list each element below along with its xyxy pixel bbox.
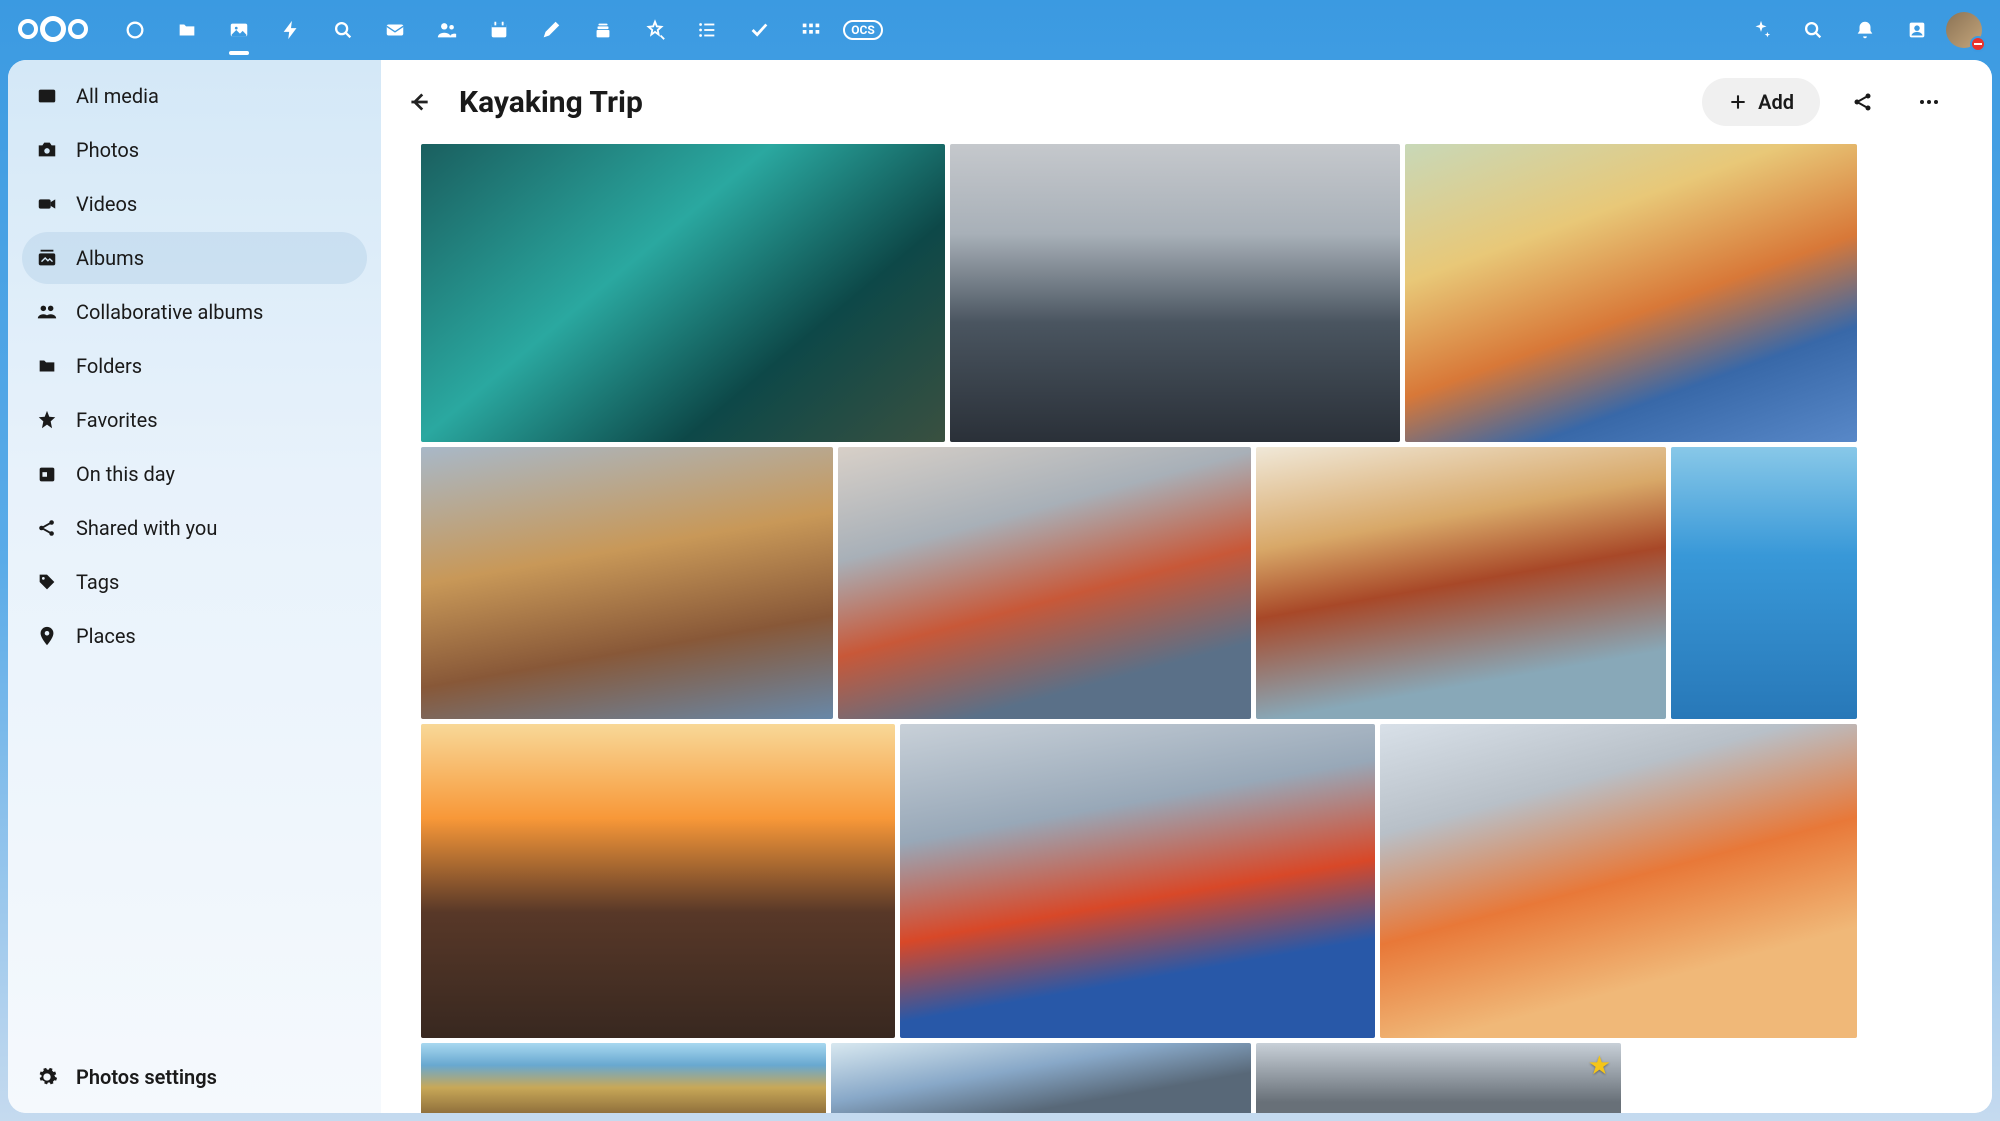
nav-label: Photos — [76, 138, 139, 162]
photo-thumb[interactable] — [1380, 724, 1857, 1038]
settings-label: Photos settings — [76, 1065, 217, 1089]
tables-icon[interactable] — [788, 7, 834, 53]
nav-list: All media Photos Videos Albums Collabora… — [22, 70, 367, 662]
sidebar-item-videos[interactable]: Videos — [22, 178, 367, 230]
sidebar-item-collab-albums[interactable]: Collaborative albums — [22, 286, 367, 338]
search-app-icon[interactable] — [320, 7, 366, 53]
nav-label: Favorites — [76, 408, 158, 432]
photo-thumb[interactable] — [1405, 144, 1857, 442]
photo-thumb[interactable] — [421, 447, 833, 719]
photo-thumb[interactable] — [900, 724, 1375, 1038]
sidebar-item-albums[interactable]: Albums — [22, 232, 367, 284]
sidebar-item-all-media[interactable]: All media — [22, 70, 367, 122]
photo-thumb[interactable] — [838, 447, 1251, 719]
photo-thumb[interactable] — [831, 1043, 1251, 1113]
sidebar-item-shared[interactable]: Shared with you — [22, 502, 367, 554]
nav-label: On this day — [76, 462, 175, 486]
back-button[interactable] — [399, 82, 439, 122]
sidebar-item-favorites[interactable]: Favorites — [22, 394, 367, 446]
photo-thumb[interactable] — [950, 144, 1400, 442]
nav-label: Folders — [76, 354, 142, 378]
add-button[interactable]: Add — [1702, 78, 1820, 126]
sidebar-item-places[interactable]: Places — [22, 610, 367, 662]
plus-icon — [1728, 92, 1748, 112]
search-icon[interactable] — [1790, 7, 1836, 53]
nav-label: Shared with you — [76, 516, 217, 540]
mail-icon[interactable] — [372, 7, 418, 53]
notifications-icon[interactable] — [1842, 7, 1888, 53]
notes-icon[interactable] — [528, 7, 574, 53]
app-shell: OCS All media Photos Videos — [0, 0, 2000, 1121]
dashboard-icon[interactable] — [112, 7, 158, 53]
tasks-icon[interactable] — [736, 7, 782, 53]
sidebar: All media Photos Videos Albums Collabora… — [8, 60, 381, 1113]
photos-icon[interactable] — [216, 7, 262, 53]
activity-icon[interactable] — [268, 7, 314, 53]
photo-thumb[interactable] — [1256, 1043, 1621, 1113]
add-label: Add — [1758, 90, 1794, 114]
list-icon[interactable] — [684, 7, 730, 53]
more-button[interactable] — [1906, 79, 1952, 125]
more-icon — [1917, 90, 1941, 114]
nav-label: Collaborative albums — [76, 300, 263, 324]
nav-label: All media — [76, 84, 159, 108]
recommend-icon[interactable] — [632, 7, 678, 53]
content-header: Kayaking Trip Add — [381, 60, 1992, 144]
share-icon — [1851, 90, 1875, 114]
nextcloud-logo[interactable] — [18, 19, 88, 42]
contacts-menu-icon[interactable] — [1894, 7, 1940, 53]
dnd-status-icon — [1970, 36, 1986, 52]
nav-label: Videos — [76, 192, 137, 216]
nav-label: Places — [76, 624, 136, 648]
assistant-icon[interactable] — [1738, 7, 1784, 53]
ocs-icon[interactable]: OCS — [840, 7, 886, 53]
contacts-app-icon[interactable] — [424, 7, 470, 53]
photo-thumb[interactable] — [421, 724, 895, 1038]
photo-thumb[interactable] — [1256, 447, 1666, 719]
content: Kayaking Trip Add — [381, 60, 1992, 1113]
deck-icon[interactable] — [580, 7, 626, 53]
gallery — [381, 144, 1992, 1113]
sidebar-item-on-this-day[interactable]: On this day — [22, 448, 367, 500]
page-title: Kayaking Trip — [459, 85, 643, 120]
files-icon[interactable] — [164, 7, 210, 53]
calendar-icon[interactable] — [476, 7, 522, 53]
sidebar-item-tags[interactable]: Tags — [22, 556, 367, 608]
main-window: All media Photos Videos Albums Collabora… — [8, 60, 1992, 1113]
photo-thumb[interactable] — [421, 144, 945, 442]
photo-thumb[interactable] — [421, 1043, 826, 1113]
photo-thumb[interactable] — [1671, 447, 1857, 719]
photos-settings-button[interactable]: Photos settings — [22, 1051, 367, 1103]
topbar: OCS — [0, 0, 2000, 60]
sidebar-item-photos[interactable]: Photos — [22, 124, 367, 176]
share-button[interactable] — [1840, 79, 1886, 125]
nav-label: Albums — [76, 246, 144, 270]
user-avatar[interactable] — [1946, 12, 1982, 48]
nav-label: Tags — [76, 570, 119, 594]
sidebar-item-folders[interactable]: Folders — [22, 340, 367, 392]
